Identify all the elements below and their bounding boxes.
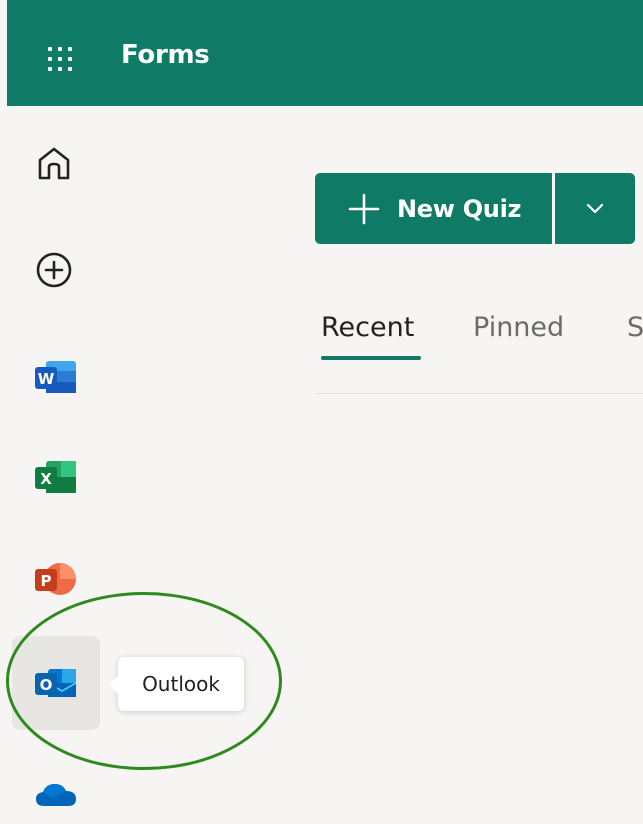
rail-item-outlook[interactable]: O [12, 636, 100, 730]
svg-text:P: P [41, 572, 52, 590]
waffle-icon[interactable] [46, 45, 74, 73]
new-quiz-label: New Quiz [397, 195, 522, 223]
powerpoint-icon: P [35, 563, 76, 595]
svg-text:X: X [40, 470, 52, 488]
new-dropdown-button[interactable] [555, 173, 635, 244]
top-header-bar: Forms [7, 0, 643, 106]
rail-item-create[interactable] [12, 233, 100, 307]
rail-item-word[interactable]: W [12, 340, 100, 414]
plus-icon [348, 193, 380, 225]
forms-app-window: Forms W X P O Outlook New Quiz Recent Pi… [0, 0, 643, 824]
rail-item-powerpoint[interactable]: P [12, 542, 100, 616]
tab-divider [315, 393, 643, 394]
rail-item-onedrive[interactable] [12, 757, 100, 824]
svg-text:W: W [38, 370, 55, 388]
tab-recent[interactable]: Recent [321, 312, 414, 343]
plus-circle-icon [36, 252, 72, 288]
rail-item-excel[interactable]: X [12, 440, 100, 514]
outlook-tooltip: Outlook [109, 657, 244, 711]
chevron-down-icon [586, 203, 604, 214]
excel-icon: X [35, 461, 76, 493]
rail-item-home[interactable] [12, 126, 100, 200]
new-quiz-button[interactable]: New Quiz [315, 173, 552, 244]
app-title[interactable]: Forms [121, 40, 210, 70]
tab-pinned[interactable]: Pinned [473, 312, 564, 343]
onedrive-icon [36, 784, 76, 806]
tab-shared[interactable]: S [627, 312, 643, 343]
svg-text:O: O [40, 676, 53, 694]
outlook-icon: O [35, 669, 77, 697]
home-icon [38, 147, 70, 180]
tab-selected-indicator [321, 356, 421, 360]
word-icon: W [35, 361, 76, 393]
